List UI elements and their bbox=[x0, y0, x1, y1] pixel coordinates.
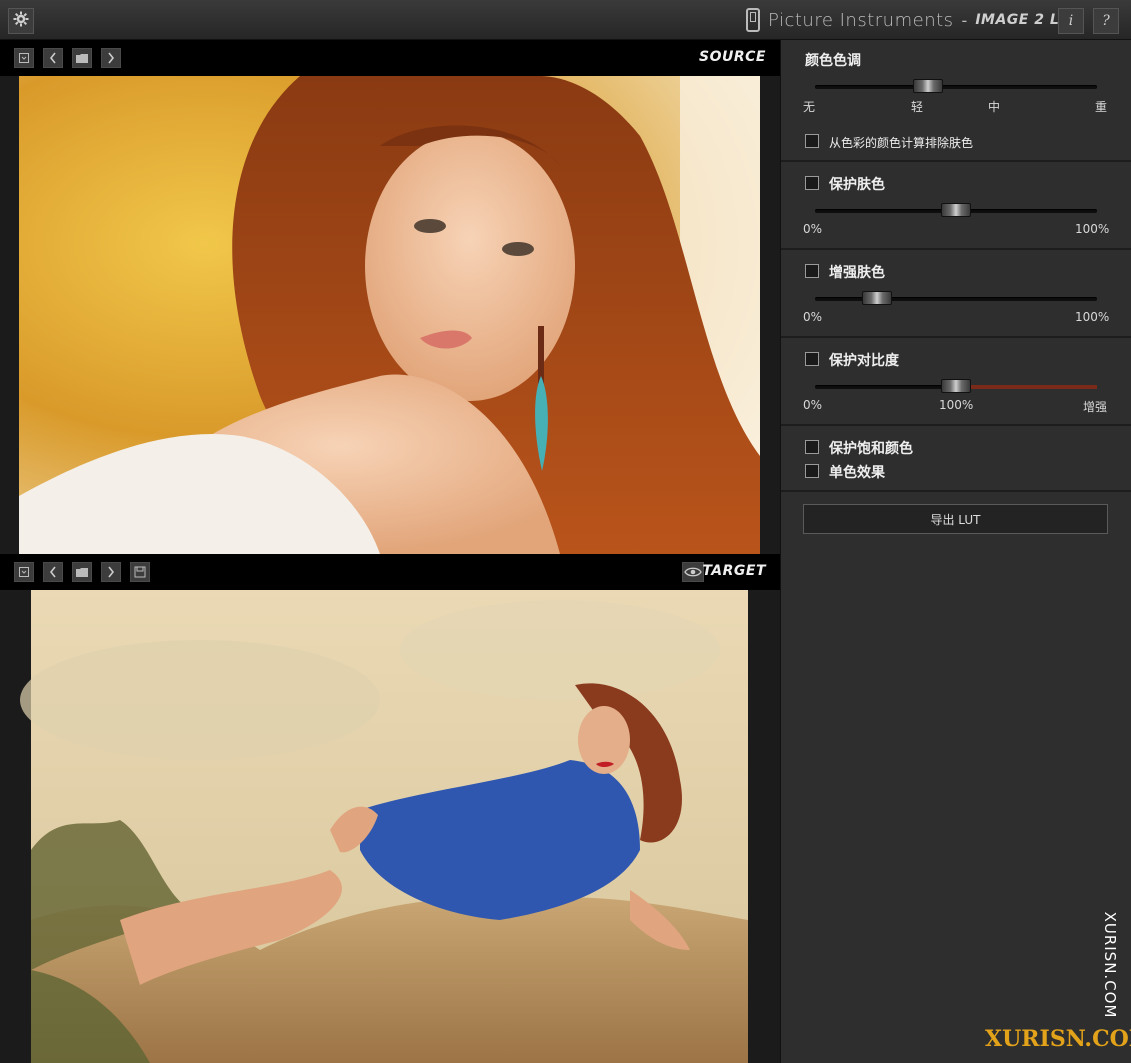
protect-contrast-slider-thumb[interactable] bbox=[941, 379, 971, 393]
tone-section: 颜色色调 无 轻 中 重 从色彩的颜色计算排除肤色 bbox=[781, 40, 1131, 162]
protect-contrast-min: 0% bbox=[803, 398, 823, 412]
target-sync-button[interactable] bbox=[14, 562, 34, 582]
tone-tick-medium: 中 bbox=[988, 100, 1001, 114]
protect-skin-slider[interactable] bbox=[815, 203, 1097, 217]
export-lut-label: 导出 LUT bbox=[930, 512, 981, 527]
tone-slider[interactable] bbox=[815, 79, 1097, 93]
chevron-right-icon bbox=[108, 52, 115, 64]
sync-icon bbox=[19, 567, 29, 577]
logo-icon bbox=[746, 8, 760, 32]
eye-icon bbox=[684, 567, 702, 577]
target-label: TARGET bbox=[702, 563, 766, 579]
folder-icon bbox=[76, 54, 88, 63]
help-icon: ? bbox=[1102, 13, 1110, 29]
protect-contrast-checkbox[interactable] bbox=[805, 352, 819, 366]
protect-contrast-mid: 100% bbox=[939, 398, 974, 412]
settings-button[interactable] bbox=[8, 8, 34, 34]
enhance-skin-slider[interactable] bbox=[815, 291, 1097, 305]
tone-tick-none: 无 bbox=[803, 100, 816, 114]
tone-tick-heavy: 重 bbox=[1095, 100, 1108, 114]
help-button[interactable]: ? bbox=[1093, 8, 1119, 34]
enhance-skin-section: 增强肤色 0% 100% bbox=[781, 250, 1131, 338]
protect-skin-checkbox[interactable] bbox=[805, 176, 819, 190]
protect-skin-min: 0% bbox=[803, 222, 823, 236]
enhance-skin-max: 100% bbox=[1075, 310, 1110, 324]
save-icon bbox=[134, 566, 146, 578]
chevron-left-icon bbox=[49, 566, 56, 578]
watermark-vertical: XURISN.COM bbox=[1100, 910, 1120, 1020]
sync-icon bbox=[19, 53, 29, 63]
exclude-skin-label: 从色彩的颜色计算排除肤色 bbox=[829, 136, 974, 150]
target-open-button[interactable] bbox=[72, 562, 92, 582]
exclude-skin-checkbox[interactable] bbox=[805, 134, 819, 148]
target-toolbar: TARGET bbox=[0, 554, 780, 590]
source-sync-button[interactable] bbox=[14, 48, 34, 68]
source-image-area bbox=[0, 76, 780, 554]
source-prev-button[interactable] bbox=[43, 48, 63, 68]
source-toolbar: SOURCE bbox=[0, 40, 780, 76]
enhance-skin-slider-thumb[interactable] bbox=[862, 291, 893, 305]
enhance-skin-min: 0% bbox=[803, 310, 823, 324]
protect-saturation-checkbox[interactable] bbox=[805, 440, 819, 454]
brand-name: Picture Instruments bbox=[768, 9, 954, 31]
info-button[interactable]: i bbox=[1058, 8, 1084, 34]
protect-contrast-section: 保护对比度 0% 100% 增强 bbox=[781, 338, 1131, 426]
target-image-area bbox=[0, 590, 780, 1063]
gear-icon bbox=[13, 11, 29, 31]
mono-checkbox[interactable] bbox=[805, 464, 819, 478]
app-brand: Picture Instruments - IMAGE 2 LUT bbox=[746, 7, 1080, 33]
contrast-enhance-fill bbox=[956, 385, 1097, 389]
protect-contrast-slider[interactable] bbox=[815, 379, 1097, 393]
tone-tick-light: 轻 bbox=[911, 100, 924, 114]
preview-toggle-button[interactable] bbox=[682, 562, 704, 582]
info-icon: i bbox=[1068, 13, 1074, 29]
brand-separator: - bbox=[961, 10, 968, 30]
watermark-vertical-text: XURISN.COM bbox=[1101, 911, 1119, 1019]
settings-panel: 颜色色调 无 轻 中 重 从色彩的颜色计算排除肤色 保护肤色 0% 100% 增… bbox=[780, 40, 1131, 1063]
protect-skin-section: 保护肤色 0% 100% bbox=[781, 162, 1131, 250]
source-image[interactable] bbox=[0, 76, 780, 554]
tone-slider-thumb[interactable] bbox=[912, 79, 943, 93]
chevron-left-icon bbox=[49, 52, 56, 64]
watermark-bottom: XURISN.COM bbox=[985, 1026, 1131, 1052]
enhance-skin-checkbox[interactable] bbox=[805, 264, 819, 278]
enhance-skin-label: 增强肤色 bbox=[829, 265, 885, 281]
folder-icon bbox=[76, 568, 88, 577]
protect-contrast-max: 增强 bbox=[1083, 400, 1108, 414]
target-prev-button[interactable] bbox=[43, 562, 63, 582]
protect-contrast-label: 保护对比度 bbox=[829, 353, 899, 369]
color-options-section: 保护饱和颜色 单色效果 bbox=[781, 426, 1131, 492]
mono-label: 单色效果 bbox=[829, 465, 885, 481]
export-lut-button[interactable]: 导出 LUT bbox=[803, 504, 1108, 534]
tone-title: 颜色色调 bbox=[805, 53, 861, 69]
protect-skin-slider-thumb[interactable] bbox=[941, 203, 971, 217]
source-label: SOURCE bbox=[699, 49, 766, 65]
source-open-button[interactable] bbox=[72, 48, 92, 68]
target-image[interactable] bbox=[0, 590, 780, 1063]
protect-skin-max: 100% bbox=[1075, 222, 1110, 236]
protect-skin-label: 保护肤色 bbox=[829, 177, 885, 193]
chevron-right-icon bbox=[108, 566, 115, 578]
title-bar: Picture Instruments - IMAGE 2 LUT i ? bbox=[0, 0, 1131, 40]
target-next-button[interactable] bbox=[101, 562, 121, 582]
protect-saturation-label: 保护饱和颜色 bbox=[829, 441, 913, 457]
source-next-button[interactable] bbox=[101, 48, 121, 68]
target-save-button[interactable] bbox=[130, 562, 150, 582]
